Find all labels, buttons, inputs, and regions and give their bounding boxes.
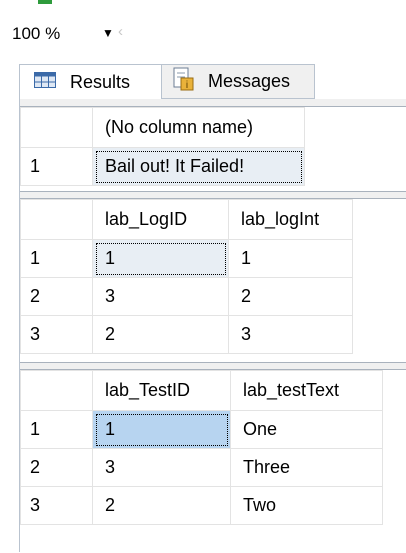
row-number[interactable]: 2 [20, 277, 93, 316]
cell-value: Bail out! It Failed! [105, 156, 245, 176]
grid-icon [34, 71, 56, 93]
column-header[interactable]: lab_logInt [228, 199, 353, 240]
column-header-label: lab_TestID [105, 380, 191, 400]
column-header[interactable]: (No column name) [92, 107, 305, 148]
tab-results-label: Results [70, 71, 131, 92]
column-header[interactable]: lab_LogID [92, 199, 229, 240]
table-cell[interactable]: 2 [92, 315, 229, 354]
table-cell[interactable]: 1 [92, 239, 229, 278]
result-grid-1: (No column name) 1 Bail out! It Failed! [20, 106, 406, 192]
cell-value: 3 [105, 457, 116, 477]
cell-value: 3 [241, 324, 252, 344]
svg-text:i: i [186, 80, 188, 91]
table-cell[interactable]: One [230, 410, 383, 449]
zoom-dropdown[interactable]: 100 % ▼ [10, 22, 132, 46]
cell-value: 2 [105, 324, 116, 344]
tab-messages-label: Messages [208, 71, 291, 91]
table-row[interactable]: 2 3 Three [20, 448, 383, 487]
table-cell[interactable]: 2 [228, 277, 353, 316]
results-tabstrip: Results i Messages [0, 48, 406, 100]
zoom-value: 100 % [12, 24, 61, 43]
cell-value: 1 [105, 419, 116, 439]
cell-value: 2 [241, 286, 252, 306]
table-cell[interactable]: 3 [92, 277, 229, 316]
table-row[interactable]: 3 2 3 [20, 315, 353, 354]
query-editor-fragment [0, 0, 406, 20]
table-cell[interactable]: Bail out! It Failed! [92, 147, 305, 186]
row-number[interactable]: 1 [20, 410, 93, 449]
column-header[interactable]: lab_testText [230, 370, 383, 411]
messages-icon: i [172, 67, 194, 96]
table-row[interactable]: 1 1 One [20, 410, 383, 449]
cell-value: Three [243, 457, 291, 477]
row-header-corner[interactable] [20, 370, 93, 411]
result-grid-3: lab_TestID lab_testText 1 1 One 2 3 Thre… [20, 369, 406, 553]
table-cell[interactable]: 2 [92, 486, 231, 525]
cell-value: 2 [105, 495, 116, 515]
zoom-toolbar: 100 % ▼ ‹ [0, 20, 406, 49]
column-header-label: (No column name) [105, 117, 254, 137]
row-number[interactable]: 2 [20, 448, 93, 487]
row-number[interactable]: 1 [20, 239, 93, 278]
result-grid-2: lab_LogID lab_logInt 1 1 1 2 3 2 3 2 3 [20, 198, 406, 363]
cell-value: 1 [105, 248, 116, 268]
cell-value: 3 [105, 286, 116, 306]
row-header-corner[interactable] [20, 199, 93, 240]
column-header-label: lab_LogID [105, 209, 188, 229]
tab-messages[interactable]: i Messages [162, 64, 315, 99]
change-marker [38, 0, 52, 4]
tab-results[interactable]: Results [19, 64, 162, 99]
table-row[interactable]: 1 1 1 [20, 239, 353, 278]
results-pane: (No column name) 1 Bail out! It Failed! … [19, 99, 406, 553]
table-cell[interactable]: Two [230, 486, 383, 525]
column-header[interactable]: lab_TestID [92, 370, 231, 411]
cell-value: 1 [241, 248, 252, 268]
scroll-left-icon[interactable]: ‹ [118, 23, 123, 40]
column-header-label: lab_logInt [241, 209, 320, 229]
table-cell[interactable]: Three [230, 448, 383, 487]
chevron-down-icon[interactable]: ▼ [102, 26, 114, 40]
cell-value: Two [243, 495, 277, 515]
row-number[interactable]: 3 [20, 315, 93, 354]
cell-value: One [243, 419, 278, 439]
table-cell[interactable]: 3 [92, 448, 231, 487]
row-header-corner[interactable] [20, 107, 93, 148]
table-cell[interactable]: 3 [228, 315, 353, 354]
row-number[interactable]: 1 [20, 147, 93, 186]
column-header-label: lab_testText [243, 380, 340, 400]
row-number[interactable]: 3 [20, 486, 93, 525]
table-cell[interactable]: 1 [228, 239, 353, 278]
table-row[interactable]: 2 3 2 [20, 277, 353, 316]
table-row[interactable]: 3 2 Two [20, 486, 383, 525]
table-cell[interactable]: 1 [92, 410, 231, 449]
